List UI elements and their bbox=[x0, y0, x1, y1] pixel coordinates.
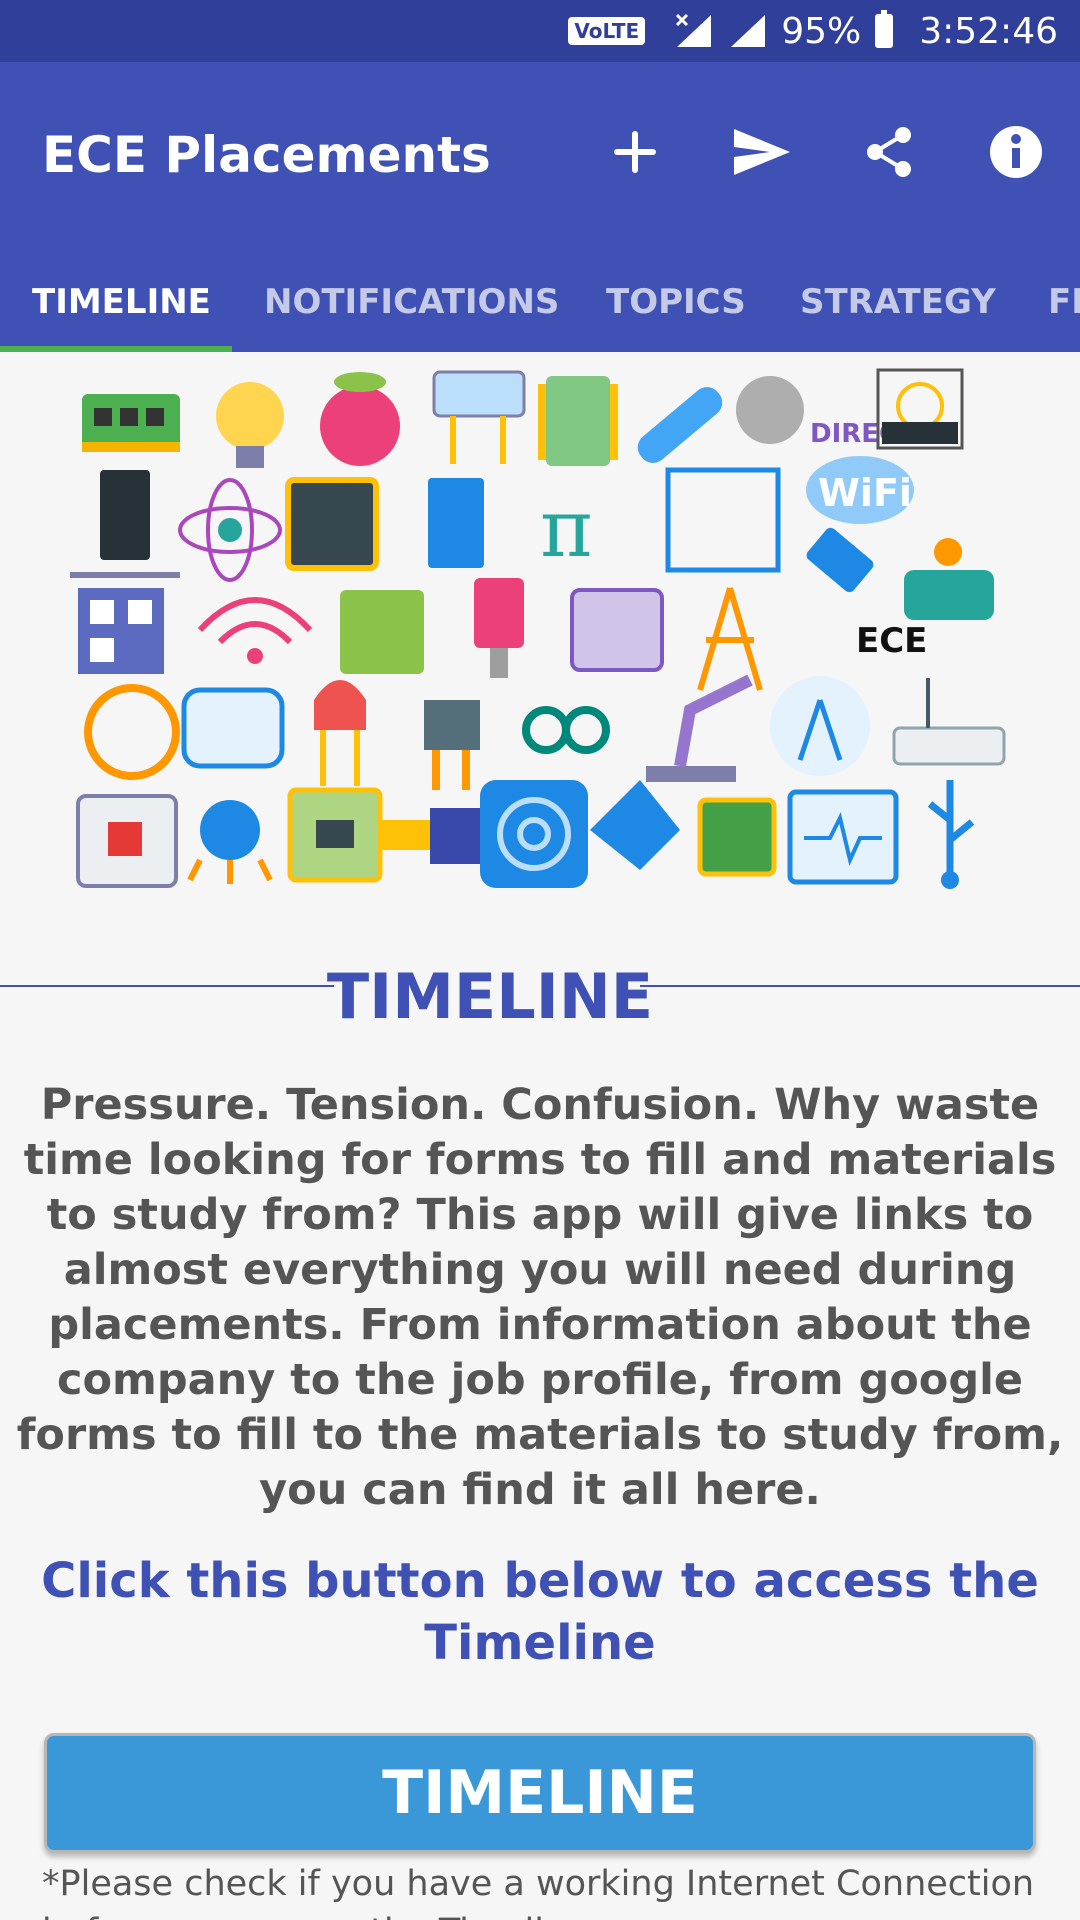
add-icon bbox=[614, 131, 656, 173]
server-icon bbox=[70, 470, 180, 578]
modem-icon bbox=[892, 678, 1006, 766]
timeline-button[interactable]: TIMELINE bbox=[44, 1733, 1036, 1853]
raspberry-pi-icon bbox=[320, 372, 400, 466]
usb-icon bbox=[927, 780, 975, 889]
send-button[interactable] bbox=[722, 112, 802, 192]
clock: 3:52:46 bbox=[919, 10, 1058, 52]
satellite-icon bbox=[806, 527, 874, 593]
wifi-signal-icon bbox=[197, 597, 313, 664]
tab-strategy[interactable]: STRATEGY bbox=[800, 252, 996, 352]
signal-icon bbox=[731, 15, 766, 47]
joystick-icon bbox=[904, 538, 994, 620]
robot-arm-icon bbox=[646, 674, 753, 782]
timeline-description: Pressure. Tension. Confusion. Why waste … bbox=[16, 1080, 1064, 1515]
section-title: TIMELINE bbox=[326, 960, 654, 1033]
tab-indicator bbox=[0, 346, 232, 352]
tab-topics[interactable]: TOPICS bbox=[606, 252, 746, 352]
robot-station-icon bbox=[570, 588, 664, 672]
send-icon bbox=[734, 129, 790, 175]
circuit-square-icon bbox=[340, 590, 424, 674]
arduino-icon bbox=[522, 706, 611, 754]
share-button[interactable] bbox=[849, 112, 929, 192]
add-button[interactable] bbox=[595, 112, 675, 192]
green-chip-icon bbox=[697, 797, 777, 877]
svg-text:π: π bbox=[540, 482, 593, 575]
router-icon bbox=[181, 687, 285, 769]
status-bar: VoLTE 95% 3:52:46 bbox=[0, 0, 1080, 62]
fingerprint-icon bbox=[876, 368, 964, 450]
antenna-tower-icon bbox=[770, 676, 870, 776]
timeline-cta-text: Click this button below to access the Ti… bbox=[41, 1553, 1039, 1671]
tab-timeline[interactable]: TIMELINE bbox=[32, 252, 211, 352]
transistor-icon bbox=[424, 700, 480, 790]
circuit-board-icon bbox=[665, 467, 781, 573]
svg-text:ECE: ECE bbox=[856, 621, 927, 661]
microcontroller-icon bbox=[287, 787, 383, 883]
qr-code-icon bbox=[78, 588, 164, 674]
tab-notifications[interactable]: NOTIFICATIONS bbox=[264, 252, 559, 352]
power-tower-icon bbox=[697, 587, 763, 691]
app-bar: ECE Placements TIMELINE NOTIFICATIONS TO… bbox=[0, 62, 1080, 352]
chip-green-icon bbox=[538, 376, 618, 466]
crystal-icon bbox=[432, 370, 526, 464]
info-button[interactable] bbox=[976, 112, 1056, 192]
processor-icon bbox=[285, 477, 379, 571]
tower-server-icon bbox=[428, 478, 484, 568]
led-icon bbox=[314, 680, 366, 786]
ethernet-plug-icon bbox=[474, 578, 524, 678]
electronics-banner-image: DIRECT π WiFi ECE bbox=[70, 368, 1006, 889]
info-icon bbox=[990, 126, 1042, 178]
resistor-icon bbox=[637, 387, 723, 463]
bulb-icon bbox=[216, 382, 284, 468]
ece-logo: ECE bbox=[856, 621, 927, 661]
oscilloscope-icon bbox=[787, 789, 899, 885]
volte-badge: VoLTE bbox=[568, 17, 646, 45]
app-title: ECE Placements bbox=[42, 126, 491, 184]
3d-printer-icon bbox=[76, 794, 178, 888]
gyroscope-icon bbox=[84, 684, 180, 780]
tab-fe[interactable]: FE bbox=[1048, 252, 1080, 352]
signal-no-data-icon bbox=[676, 13, 712, 47]
pi-icon: π bbox=[540, 482, 593, 575]
lan-connector-icon bbox=[590, 780, 680, 870]
battery-percent: 95% bbox=[781, 10, 862, 52]
battery-icon bbox=[875, 10, 894, 48]
potentiometer-icon bbox=[187, 800, 273, 884]
internet-connection-note: *Please check if you have a working Inte… bbox=[42, 1864, 1035, 1920]
svg-text:WiFi: WiFi bbox=[818, 471, 912, 515]
tab-bar: TIMELINE NOTIFICATIONS TOPICS STRATEGY F… bbox=[0, 252, 1080, 352]
ram-icon bbox=[82, 394, 180, 452]
share-icon bbox=[867, 127, 911, 177]
atom-icon bbox=[178, 478, 282, 582]
speaker-icon bbox=[480, 780, 588, 888]
connector-cable-icon bbox=[380, 808, 480, 864]
wifi-cloud-icon: WiFi bbox=[806, 456, 914, 524]
